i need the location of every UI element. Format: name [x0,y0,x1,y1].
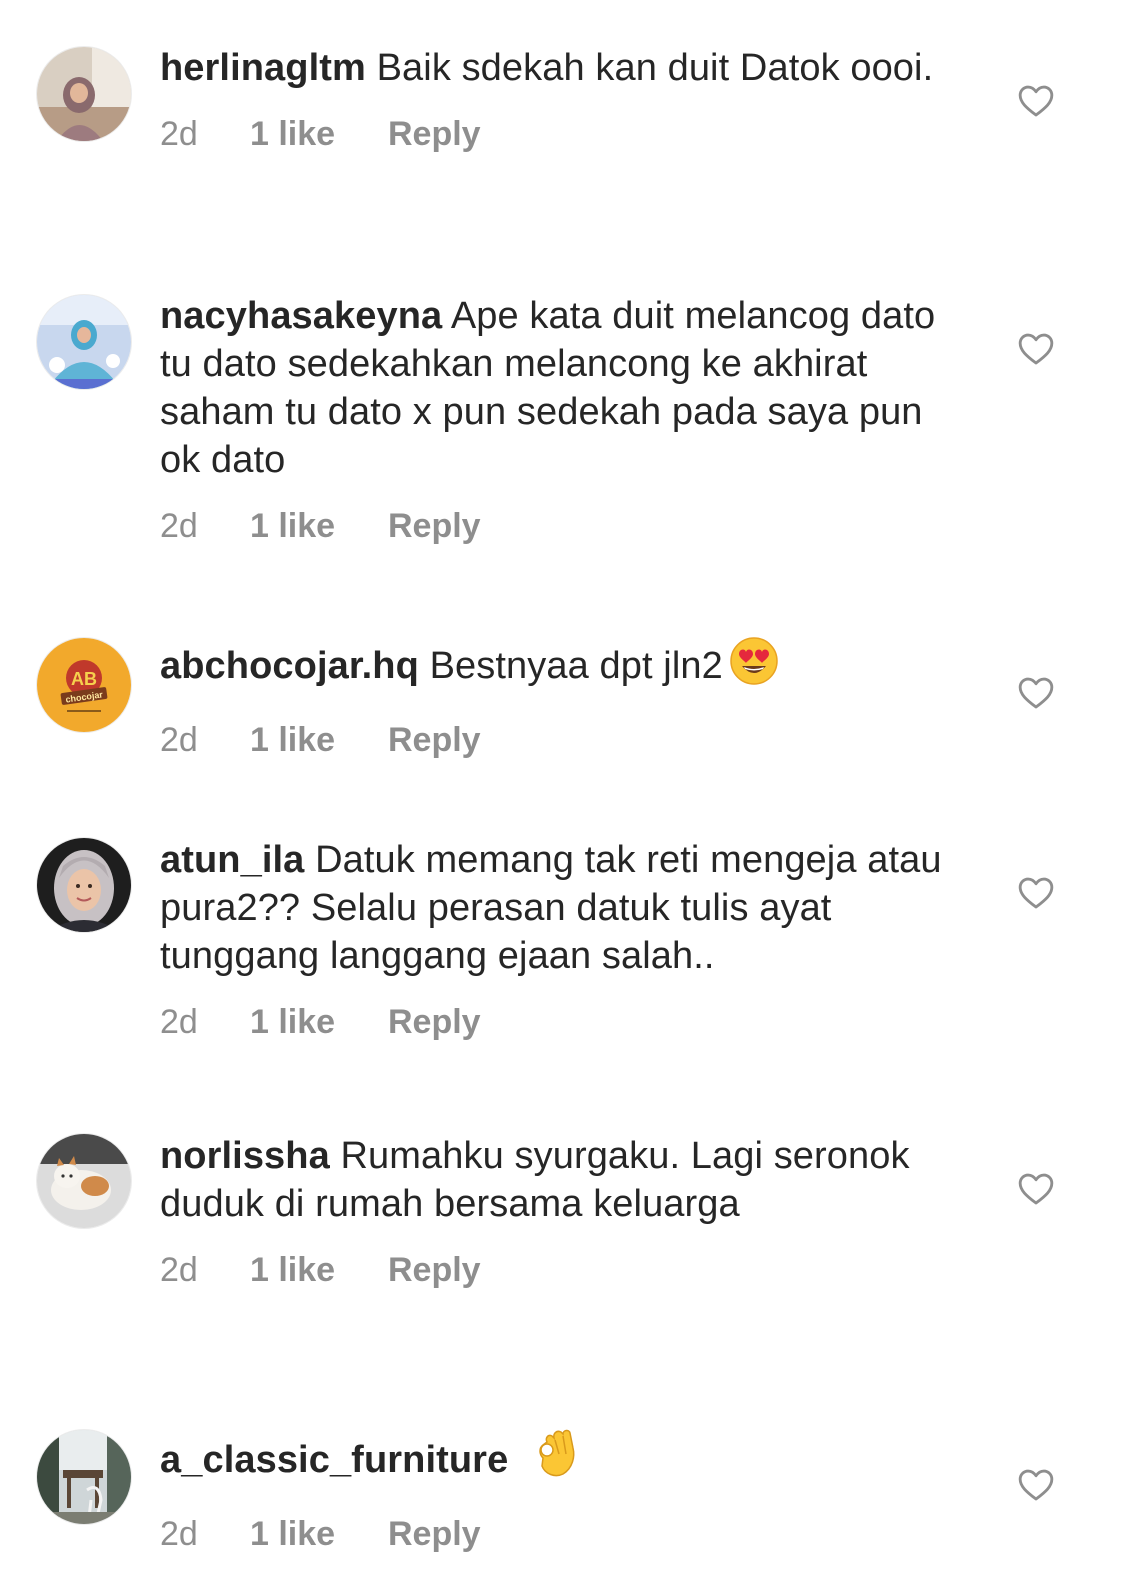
reply-button[interactable]: Reply [388,1250,481,1290]
reply-button[interactable]: Reply [388,114,481,154]
comment-likes[interactable]: 1 like [250,114,388,154]
comment-username[interactable]: abchocojar.hq [160,645,419,687]
comment-age: 2d [160,1515,198,1553]
comment-text-line: nacyhasakeyna Ape kata duit melancog dat… [160,292,960,484]
comment-username[interactable]: norlissha [160,1135,330,1177]
comment-username[interactable]: herlinagltm [160,47,366,89]
comment-meta: 2d 1 like Reply [160,720,960,760]
comment-meta: 2d 1 like Reply [160,1514,960,1554]
heart-icon[interactable] [1017,82,1055,118]
ok-hand-emoji [533,1428,579,1492]
comment-body: atun_ila Datuk memang tak reti mengeja a… [160,836,960,1042]
comment-username[interactable]: atun_ila [160,839,304,881]
comment-likes[interactable]: 1 like [250,1250,388,1290]
heart-icon[interactable] [1017,874,1055,910]
comment-meta: 2d 1 like Reply [160,114,960,154]
comment-likes[interactable]: 1 like [250,720,388,760]
comment-likes[interactable]: 1 like [250,1514,388,1554]
avatar[interactable] [37,838,131,932]
heart-icon[interactable] [1017,1466,1055,1502]
comment-username[interactable]: nacyhasakeyna [160,295,442,337]
comment-likes[interactable]: 1 like [250,506,388,546]
heart-icon[interactable] [1017,1170,1055,1206]
comment-text-line: a_classic_furniture [160,1428,960,1492]
comment-age: 2d [160,115,198,153]
reply-button[interactable]: Reply [388,720,481,760]
comment-text-line: norlissha Rumahku syurgaku. Lagi seronok… [160,1132,960,1228]
comment-text-line: atun_ila Datuk memang tak reti mengeja a… [160,836,960,980]
comment-text-line: herlinagltm Baik sdekah kan duit Datok o… [160,44,960,92]
comment-text: Bestnyaa dpt jln2 [429,645,723,687]
heart-icon[interactable] [1017,674,1055,710]
heart-eyes-emoji [729,636,779,698]
reply-button[interactable]: Reply [388,1514,481,1554]
avatar-logo-text: AB [71,669,97,689]
avatar[interactable] [37,47,131,141]
reply-button[interactable]: Reply [388,1002,481,1042]
reply-button[interactable]: Reply [388,506,481,546]
comment-body: norlissha Rumahku syurgaku. Lagi seronok… [160,1132,960,1290]
comment-meta: 2d 1 like Reply [160,1002,960,1042]
comment-meta: 2d 1 like Reply [160,506,960,546]
comment-text-line: abchocojar.hq Bestnyaa dpt jln2 [160,636,960,698]
comment-likes[interactable]: 1 like [250,1002,388,1042]
avatar[interactable] [37,1134,131,1228]
comment-age: 2d [160,721,198,759]
comment-username[interactable]: a_classic_furniture [160,1439,508,1481]
comment-text: Baik sdekah kan duit Datok oooi. [376,47,934,89]
comment-body: abchocojar.hq Bestnyaa dpt jln2 2d 1 lik… [160,636,960,760]
comment-meta: 2d 1 like Reply [160,1250,960,1290]
comment-age: 2d [160,1003,198,1041]
avatar[interactable] [37,1430,131,1524]
heart-icon[interactable] [1017,330,1055,366]
avatar[interactable] [37,295,131,389]
comment-body: nacyhasakeyna Ape kata duit melancog dat… [160,292,960,546]
comment-body: a_classic_furniture 2d 1 like Reply [160,1428,960,1554]
comment-age: 2d [160,1251,198,1289]
comment-body: herlinagltm Baik sdekah kan duit Datok o… [160,44,960,154]
avatar[interactable]: AB chocojar [37,638,131,732]
comment-age: 2d [160,507,198,545]
